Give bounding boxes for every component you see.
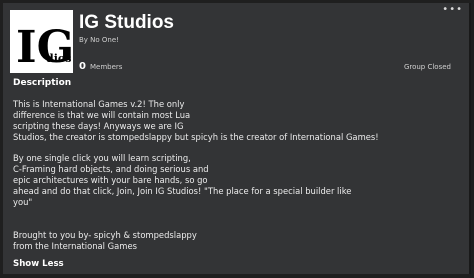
description-body: This is International Games v.2! The onl… — [13, 99, 453, 251]
group-logo-subtext: dios — [46, 52, 71, 65]
description-line: epic architectures with your bare hands,… — [13, 175, 208, 186]
description-line: Brought to you by- spicyh & stompedslapp… — [13, 229, 197, 240]
member-count-label: Members — [89, 63, 123, 71]
group-status: Group Closed — [403, 63, 451, 71]
show-less-link[interactable]: Show Less — [13, 259, 64, 269]
description-line: C-Framing hard objects, and doing seriou… — [13, 164, 209, 175]
description-line: Studios, the creator is stompedslappy bu… — [13, 131, 379, 142]
group-logo[interactable]: IG dios — [10, 10, 73, 73]
description-line: ahead and do that click, Join, Join IG S… — [13, 186, 352, 197]
member-count-value: 0 — [79, 61, 86, 72]
description-line — [13, 208, 453, 219]
description-line: This is International Games v.2! The onl… — [13, 99, 185, 109]
group-logo-monogram: IG — [16, 22, 73, 73]
description-heading: Description — [13, 78, 72, 88]
description-line: difference is that we will contain most … — [13, 109, 191, 120]
group-title: IG Studios — [79, 12, 174, 33]
description-line: By one single click you will learn scrip… — [13, 153, 191, 164]
description-line: scripting these days! Anyways we are IG — [13, 120, 184, 131]
group-panel: ••• IG dios IG Studios By No One! 0 Membe… — [3, 3, 471, 274]
description-line — [13, 219, 453, 230]
window-frame: ••• IG dios IG Studios By No One! 0 Membe… — [0, 0, 474, 278]
description-line: from the International Games — [13, 240, 137, 251]
description-line: you" — [13, 197, 33, 208]
more-options-icon[interactable]: ••• — [442, 5, 463, 15]
member-count: 0 Members — [79, 61, 122, 73]
description-line — [13, 143, 453, 154]
group-owner-byline[interactable]: By No One! — [79, 36, 119, 44]
